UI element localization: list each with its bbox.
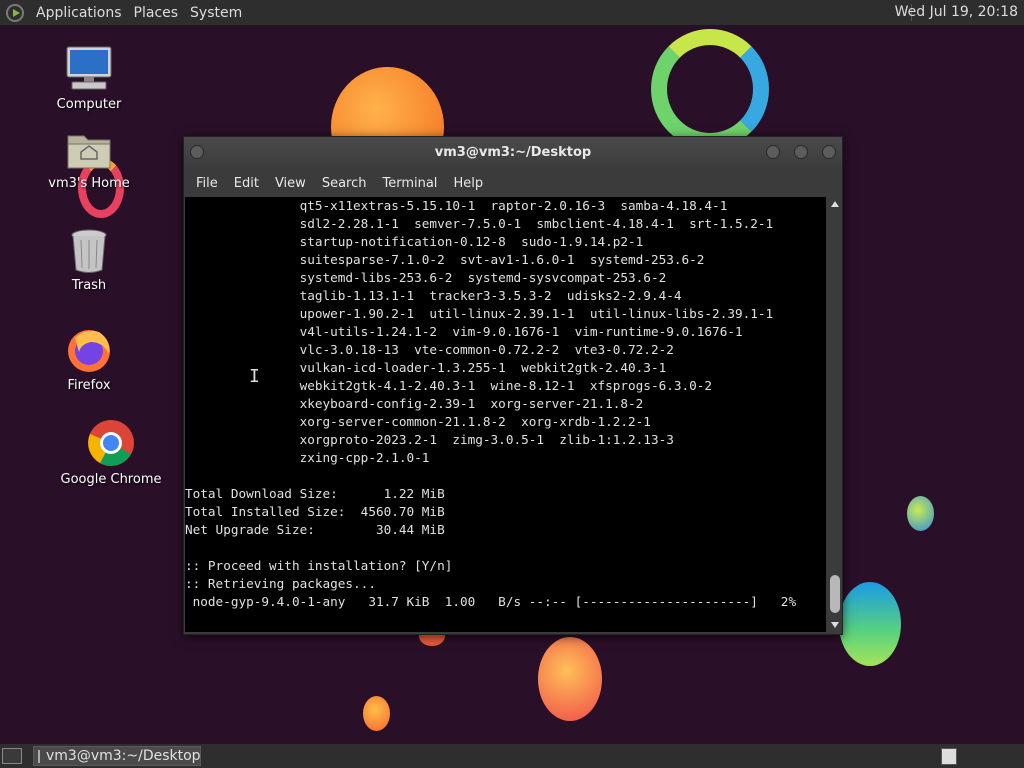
window-titlebar[interactable]: vm3@vm3:~/Desktop <box>184 137 842 169</box>
desktop-icon-label: Google Chrome <box>60 472 162 487</box>
terminal-scrollbar[interactable] <box>828 197 842 632</box>
menu-search[interactable]: Search <box>314 176 375 191</box>
terminal-line: startup-notification-0.12-8 sudo-1.9.14.… <box>185 234 644 249</box>
terminal-line: xkeyboard-config-2.39-1 xorg-server-21.1… <box>185 396 644 411</box>
terminal-line: sdl2-2.28.1-1 semver-7.5.0-1 smbclient-4… <box>185 216 774 231</box>
desktop-icon-label: Computer <box>56 97 122 112</box>
terminal-line: systemd-libs-253.6-2 systemd-sysvcompat-… <box>185 270 667 285</box>
home-folder-icon <box>67 135 111 169</box>
terminal-line: upower-1.90.2-1 util-linux-2.39.1-1 util… <box>185 306 774 321</box>
wallpaper-green-blob <box>839 582 901 666</box>
trash-icon <box>71 229 107 273</box>
applications-menu[interactable]: Applications <box>30 5 128 21</box>
terminal-line: taglib-1.13.1-1 tracker3-3.5.3-2 udisks2… <box>185 288 682 303</box>
menu-edit[interactable]: Edit <box>226 176 267 191</box>
show-desktop-icon[interactable] <box>2 748 22 764</box>
places-menu[interactable]: Places <box>128 5 185 21</box>
window-menu-button[interactable] <box>190 145 204 159</box>
desktop-icon-label: Firefox <box>67 378 111 393</box>
terminal-window[interactable]: vm3@vm3:~/Desktop File Edit View Search … <box>183 136 843 635</box>
taskbar-terminal-button[interactable]: vm3@vm3:~/Desktop <box>33 746 201 766</box>
scroll-down-arrow-icon[interactable] <box>831 622 839 628</box>
chrome-icon <box>88 420 134 466</box>
terminal-line: Net Upgrade Size: 30.44 MiB <box>185 522 445 537</box>
mouse-ibeam-cursor-icon: I <box>249 366 260 387</box>
scrollbar-thumb[interactable] <box>830 575 840 613</box>
desktop-icon-label: Trash <box>71 278 107 293</box>
desktop-icon-label: vm3's Home <box>48 176 130 191</box>
wallpaper-orange-blob-2 <box>538 637 602 721</box>
window-menubar: File Edit View Search Terminal Help <box>184 169 842 197</box>
menu-view[interactable]: View <box>267 176 314 191</box>
menu-help[interactable]: Help <box>445 176 491 191</box>
terminal-line: node-gyp-9.4.0-1-any 31.7 KiB 1.00 B/s -… <box>185 594 797 609</box>
terminal-line: xorg-server-common-21.1.8-2 xorg-xrdb-1.… <box>185 414 651 429</box>
menu-terminal[interactable]: Terminal <box>374 176 445 191</box>
terminal-line: :: Proceed with installation? [Y/n] <box>185 558 453 573</box>
computer-icon <box>66 46 112 90</box>
close-button[interactable] <box>822 145 836 159</box>
terminal-output[interactable]: qt5-x11extras-5.15.10-1 raptor-2.0.16-3 … <box>185 197 826 632</box>
wallpaper-orange-blob-3 <box>363 696 390 731</box>
terminal-line: xorgproto-2023.2-1 zimg-3.0.5-1 zlib-1:1… <box>185 432 674 447</box>
desktop-icon-home[interactable]: vm3's Home <box>34 128 144 191</box>
minimize-button[interactable] <box>766 145 780 159</box>
terminal-line: webkit2gtk-4.1-2.40.3-1 wine-8.12-1 xfsp… <box>185 378 713 393</box>
terminal-line: Total Download Size: 1.22 MiB <box>185 486 445 501</box>
terminal-line: vlc-3.0.18-13 vte-common-0.72.2-2 vte3-0… <box>185 342 674 357</box>
terminal-line: Total Installed Size: 4560.70 MiB <box>185 504 445 519</box>
firefox-icon <box>68 330 110 372</box>
wallpaper-ring <box>651 29 769 149</box>
terminal-line: qt5-x11extras-5.15.10-1 raptor-2.0.16-3 … <box>185 198 728 213</box>
terminal-line: v4l-utils-1.24.1-2 vim-9.0.1676-1 vim-ru… <box>185 324 743 339</box>
clock[interactable]: Wed Jul 19, 20:18 <box>895 4 1018 20</box>
top-panel: Applications Places System Wed Jul 19, 2… <box>0 0 1024 26</box>
terminal-line: zxing-cpp-2.1.0-1 <box>185 450 430 465</box>
window-title: vm3@vm3:~/Desktop <box>434 145 592 160</box>
desktop-icon-trash[interactable]: Trash <box>34 228 144 293</box>
maximize-button[interactable] <box>794 145 808 159</box>
terminal-line: :: Retrieving packages... <box>185 576 376 591</box>
terminal-line: suitesparse-7.1.0-2 svt-av1-1.6.0-1 syst… <box>185 252 705 267</box>
scroll-up-arrow-icon[interactable] <box>831 201 839 207</box>
desktop-icon-firefox[interactable]: Firefox <box>34 326 144 393</box>
bottom-panel: vm3@vm3:~/Desktop <box>0 743 1024 768</box>
menu-file[interactable]: File <box>188 176 226 191</box>
distro-logo-icon[interactable] <box>6 3 24 22</box>
taskbar-task-label: vm3@vm3:~/Desktop <box>46 748 201 764</box>
workspace-switcher[interactable] <box>941 748 957 765</box>
terminal-icon <box>38 749 40 763</box>
desktop-icon-computer[interactable]: Computer <box>34 45 144 112</box>
system-menu[interactable]: System <box>184 5 248 21</box>
wallpaper-blue-blob <box>907 496 934 531</box>
desktop-icon-chrome[interactable]: Google Chrome <box>56 418 166 487</box>
terminal-line: vulkan-icd-loader-1.3.255-1 webkit2gtk-2… <box>185 360 667 375</box>
